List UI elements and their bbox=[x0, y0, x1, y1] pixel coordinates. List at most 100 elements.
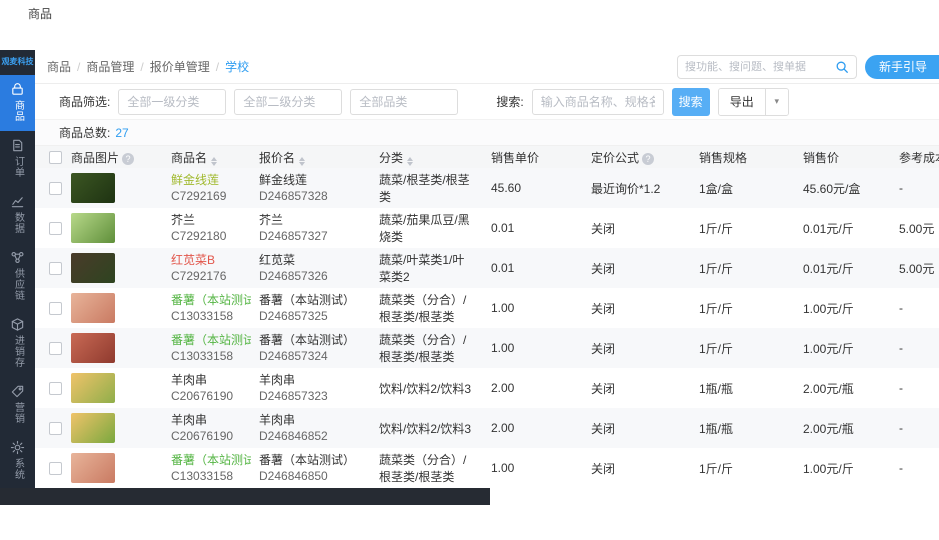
sidebar-item-orders[interactable]: 订单 bbox=[0, 131, 35, 187]
row-checkbox[interactable] bbox=[49, 262, 62, 276]
product-photo[interactable] bbox=[71, 213, 115, 243]
sidebar-item-inventory[interactable]: 进销存 bbox=[0, 310, 35, 377]
sidebar-item-goods[interactable]: 商品 bbox=[0, 75, 35, 131]
product-search-input[interactable] bbox=[531, 88, 664, 115]
global-search[interactable] bbox=[676, 54, 857, 79]
sale-spec: 1斤/斤 bbox=[699, 261, 734, 276]
row-checkbox[interactable] bbox=[49, 182, 62, 196]
product-photo[interactable] bbox=[71, 453, 115, 483]
filter-select-2[interactable]: 全部二级分类 bbox=[234, 88, 343, 115]
column-header-label: 商品图片 bbox=[71, 150, 120, 165]
breadcrumb-item[interactable]: 商品 bbox=[47, 58, 71, 75]
product-photo[interactable] bbox=[71, 333, 115, 363]
sale-price: 2.00元/瓶 bbox=[803, 381, 854, 396]
column-header-label: 定价公式 bbox=[591, 150, 640, 165]
sort-icon[interactable] bbox=[407, 156, 414, 166]
help-icon[interactable]: ? bbox=[642, 152, 655, 165]
column-header-label: 报价名 bbox=[259, 150, 296, 165]
reference-cost: - bbox=[899, 341, 903, 355]
goods-icon bbox=[10, 82, 25, 97]
sidebar-item-supply[interactable]: 供应链 bbox=[0, 243, 35, 310]
sidebar-item-label: 系统 bbox=[12, 458, 24, 480]
breadcrumb-item[interactable]: 商品管理 bbox=[86, 58, 134, 75]
filter-label: 商品筛选: bbox=[59, 95, 111, 109]
table-row: 番薯（本站测试） C13033158 番薯（本站测试） D246857325 蔬菜类（分… bbox=[35, 288, 939, 328]
sidebar-item-system[interactable]: 系统 bbox=[0, 433, 35, 489]
unit-price: 2.00 bbox=[491, 421, 515, 435]
breadcrumb-item[interactable]: 学校 bbox=[225, 58, 249, 75]
sale-spec: 1瓶/瓶 bbox=[699, 381, 734, 396]
product-code: C7292169 bbox=[171, 189, 227, 203]
row-checkbox[interactable] bbox=[49, 462, 62, 476]
product-photo[interactable] bbox=[71, 253, 115, 283]
quote-name: 鲜金线莲 bbox=[259, 173, 308, 187]
pricing-formula: 关闭 bbox=[591, 261, 616, 276]
pricing-formula: 最近询价*1.2 bbox=[591, 181, 661, 196]
quote-name: 番薯（本站测试） bbox=[259, 293, 356, 307]
column-header-label: 销售价 bbox=[803, 150, 840, 165]
table-row: 芥兰 C7292180 芥兰 D246857327 蔬菜/茄果瓜豆/黑烧类 0.01 关闭 1… bbox=[35, 208, 939, 248]
search-button[interactable]: 搜索 bbox=[671, 87, 710, 116]
column-header-label: 商品名 bbox=[171, 150, 208, 165]
row-checkbox[interactable] bbox=[49, 222, 62, 236]
row-checkbox[interactable] bbox=[49, 342, 62, 356]
table-row: 番薯（本站测试） C13033158 番薯（本站测试） D246846850 蔬菜类（分… bbox=[35, 448, 939, 488]
bottom-strip bbox=[0, 488, 490, 505]
summary-bar: 商品总数: 27 bbox=[35, 120, 939, 146]
column-header: 参考成本 bbox=[891, 146, 939, 168]
quote-code: D246846852 bbox=[259, 429, 328, 443]
quote-code: D246857326 bbox=[259, 269, 328, 283]
unit-price: 0.01 bbox=[491, 221, 515, 235]
sale-price: 1.00元/斤 bbox=[803, 301, 854, 316]
row-checkbox[interactable] bbox=[49, 382, 62, 396]
search-icon[interactable] bbox=[835, 60, 849, 74]
product-name: 番薯（本站测试） bbox=[171, 333, 251, 347]
sale-price: 0.01元/斤 bbox=[803, 221, 854, 236]
unit-price: 1.00 bbox=[491, 301, 515, 315]
sidebar-item-data[interactable]: 数据 bbox=[0, 187, 35, 243]
pricing-formula: 关闭 bbox=[591, 221, 616, 236]
pricing-formula: 关闭 bbox=[591, 341, 616, 356]
product-code: C20676190 bbox=[171, 389, 234, 403]
sort-icon[interactable] bbox=[299, 156, 306, 166]
global-search-input[interactable] bbox=[684, 60, 835, 73]
reference-cost: 5.00元 bbox=[899, 261, 935, 276]
filter-select-3[interactable]: 全部品类 bbox=[350, 88, 459, 115]
quote-code: D246857327 bbox=[259, 229, 328, 243]
product-photo[interactable] bbox=[71, 373, 115, 403]
select-all-checkbox[interactable] bbox=[49, 151, 62, 165]
export-button[interactable]: 导出 bbox=[718, 88, 766, 115]
column-header: 销售单价 bbox=[483, 146, 583, 168]
search-label: 搜索: bbox=[496, 95, 524, 109]
column-header-label: 销售单价 bbox=[491, 150, 540, 165]
unit-price: 0.01 bbox=[491, 261, 515, 275]
product-photo[interactable] bbox=[71, 173, 115, 203]
chevron-down-icon[interactable]: ▾ bbox=[765, 88, 788, 115]
column-header: 商品图片? bbox=[63, 146, 163, 168]
breadcrumb: 商品 / 商品管理 / 报价单管理 / 学校 bbox=[47, 58, 249, 75]
guide-button[interactable]: 新手引导 bbox=[864, 54, 939, 79]
sidebar-item-label: 营销 bbox=[12, 402, 24, 424]
supply-icon bbox=[10, 250, 25, 265]
category: 饮料/饮料2/饮料3 bbox=[379, 421, 472, 436]
product-name: 羊肉串 bbox=[171, 413, 208, 427]
top-corner-label: 商品 bbox=[28, 7, 53, 21]
sidebar-item-marketing[interactable]: 营销 bbox=[0, 377, 35, 433]
breadcrumb-item[interactable]: 报价单管理 bbox=[150, 58, 210, 75]
sale-price: 1.00元/斤 bbox=[803, 341, 854, 356]
table-row: 鲜金线莲 C7292169 鲜金线莲 D246857328 蔬菜/根茎类/根茎类 45.6… bbox=[35, 168, 939, 208]
product-photo[interactable] bbox=[71, 413, 115, 443]
sidebar-item-label: 进销存 bbox=[12, 335, 24, 368]
reference-cost: - bbox=[899, 381, 903, 395]
topbar-right: 新手引导 bbox=[676, 54, 939, 79]
reference-cost: - bbox=[899, 301, 903, 315]
sort-icon[interactable] bbox=[211, 156, 218, 166]
filter-select-1[interactable]: 全部一级分类 bbox=[118, 88, 227, 115]
product-photo[interactable] bbox=[71, 293, 115, 323]
table-row: 红苋菜B C7292176 红苋菜 D246857326 蔬菜/叶菜类1/叶菜类2 0.0… bbox=[35, 248, 939, 288]
data-icon bbox=[10, 194, 25, 209]
help-icon[interactable]: ? bbox=[122, 152, 135, 165]
row-checkbox[interactable] bbox=[49, 302, 62, 316]
marketing-icon bbox=[10, 384, 25, 399]
row-checkbox[interactable] bbox=[49, 422, 62, 436]
